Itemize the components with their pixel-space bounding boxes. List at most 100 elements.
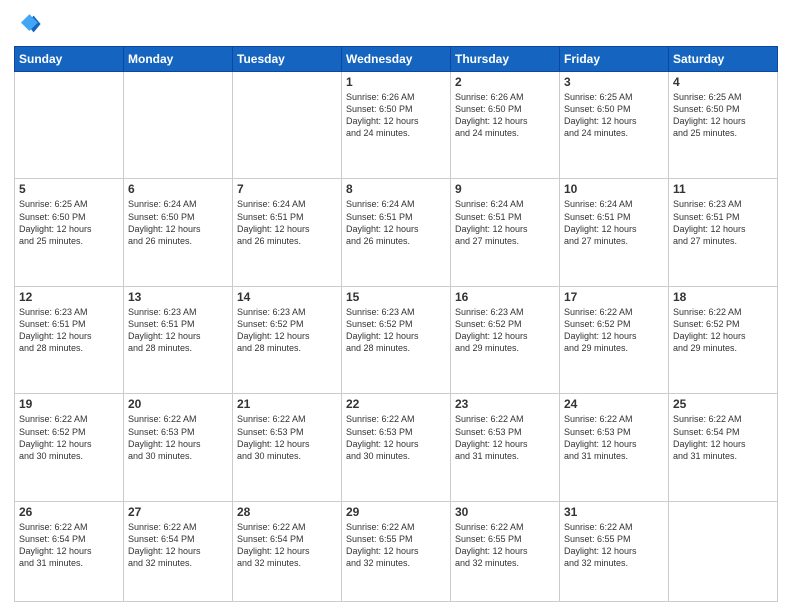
- day-number: 6: [128, 182, 228, 196]
- col-header-friday: Friday: [560, 47, 669, 72]
- calendar-cell: 6 Sunrise: 6:24 AM Sunset: 6:50 PM Daylig…: [124, 179, 233, 286]
- logo: [14, 10, 46, 38]
- day-number: 29: [346, 505, 446, 519]
- day-number: 31: [564, 505, 664, 519]
- day-number: 18: [673, 290, 773, 304]
- calendar-cell: 10Sunrise: 6:24 AM Sunset: 6:51 PM Dayli…: [560, 179, 669, 286]
- day-number: 12: [19, 290, 119, 304]
- calendar-cell: 17 Sunrise: 6:22 AM Sunset: 6:52 PM Dayli…: [560, 286, 669, 393]
- col-header-wednesday: Wednesday: [342, 47, 451, 72]
- calendar-cell: [669, 501, 778, 601]
- day-info: Sunrise: 6:24 AM Sunset: 6:51 PM Dayligh…: [346, 198, 446, 247]
- day-info: Sunrise: 6:22 AM Sunset: 6:52 PM Dayligh…: [564, 306, 664, 355]
- day-info: Sunrise: 6:24 AM Sunset: 6:50 PM Dayligh…: [128, 198, 228, 247]
- calendar-cell: 11 Sunrise: 6:23 AM Sunset: 6:51 PM Dayli…: [669, 179, 778, 286]
- day-number: 13: [128, 290, 228, 304]
- week-row-1: 1 Sunrise: 6:26 AM Sunset: 6:50 PM Daylig…: [15, 72, 778, 179]
- calendar-cell: 28 Sunrise: 6:22 AM Sunset: 6:54 PM Dayli…: [233, 501, 342, 601]
- calendar-cell: 20 Sunrise: 6:22 AM Sunset: 6:53 PM Dayli…: [124, 394, 233, 501]
- day-info: Sunrise: 6:22 AM Sunset: 6:52 PM Dayligh…: [673, 306, 773, 355]
- calendar-cell: 14Sunrise: 6:23 AM Sunset: 6:52 PM Dayli…: [233, 286, 342, 393]
- day-number: 21: [237, 397, 337, 411]
- day-number: 2: [455, 75, 555, 89]
- day-info: Sunrise: 6:25 AM Sunset: 6:50 PM Dayligh…: [673, 91, 773, 140]
- day-info: Sunrise: 6:24 AM Sunset: 6:51 PM Dayligh…: [237, 198, 337, 247]
- day-number: 7: [237, 182, 337, 196]
- day-info: Sunrise: 6:22 AM Sunset: 6:54 PM Dayligh…: [237, 521, 337, 570]
- page: SundayMondayTuesdayWednesdayThursdayFrid…: [0, 0, 792, 612]
- calendar-header-row: SundayMondayTuesdayWednesdayThursdayFrid…: [15, 47, 778, 72]
- day-info: Sunrise: 6:22 AM Sunset: 6:53 PM Dayligh…: [128, 413, 228, 462]
- calendar-cell: 24 Sunrise: 6:22 AM Sunset: 6:53 PM Dayli…: [560, 394, 669, 501]
- week-row-3: 12 Sunrise: 6:23 AM Sunset: 6:51 PM Dayli…: [15, 286, 778, 393]
- calendar-cell: 1 Sunrise: 6:26 AM Sunset: 6:50 PM Daylig…: [342, 72, 451, 179]
- day-number: 16: [455, 290, 555, 304]
- day-number: 30: [455, 505, 555, 519]
- day-number: 28: [237, 505, 337, 519]
- day-info: Sunrise: 6:23 AM Sunset: 6:52 PM Dayligh…: [346, 306, 446, 355]
- col-header-tuesday: Tuesday: [233, 47, 342, 72]
- day-info: Sunrise: 6:26 AM Sunset: 6:50 PM Dayligh…: [455, 91, 555, 140]
- calendar-cell: 4 Sunrise: 6:25 AM Sunset: 6:50 PM Daylig…: [669, 72, 778, 179]
- calendar-cell: 13 Sunrise: 6:23 AM Sunset: 6:51 PM Dayli…: [124, 286, 233, 393]
- day-number: 22: [346, 397, 446, 411]
- calendar-cell: 15 Sunrise: 6:23 AM Sunset: 6:52 PM Dayli…: [342, 286, 451, 393]
- day-info: Sunrise: 6:23 AM Sunset: 6:51 PM Dayligh…: [673, 198, 773, 247]
- week-row-2: 5 Sunrise: 6:25 AM Sunset: 6:50 PM Daylig…: [15, 179, 778, 286]
- calendar-cell: 5 Sunrise: 6:25 AM Sunset: 6:50 PM Daylig…: [15, 179, 124, 286]
- day-number: 25: [673, 397, 773, 411]
- day-number: 1: [346, 75, 446, 89]
- calendar-table: SundayMondayTuesdayWednesdayThursdayFrid…: [14, 46, 778, 602]
- day-number: 15: [346, 290, 446, 304]
- day-number: 27: [128, 505, 228, 519]
- day-info: Sunrise: 6:24 AM Sunset: 6:51 PM Dayligh…: [455, 198, 555, 247]
- calendar-cell: 27 Sunrise: 6:22 AM Sunset: 6:54 PM Dayli…: [124, 501, 233, 601]
- day-info: Sunrise: 6:22 AM Sunset: 6:55 PM Dayligh…: [346, 521, 446, 570]
- day-number: 20: [128, 397, 228, 411]
- header: [14, 10, 778, 38]
- calendar-cell: 3 Sunrise: 6:25 AM Sunset: 6:50 PM Daylig…: [560, 72, 669, 179]
- calendar-cell: 29 Sunrise: 6:22 AM Sunset: 6:55 PM Dayli…: [342, 501, 451, 601]
- day-info: Sunrise: 6:22 AM Sunset: 6:53 PM Dayligh…: [564, 413, 664, 462]
- day-info: Sunrise: 6:22 AM Sunset: 6:54 PM Dayligh…: [673, 413, 773, 462]
- day-number: 24: [564, 397, 664, 411]
- col-header-thursday: Thursday: [451, 47, 560, 72]
- day-info: Sunrise: 6:23 AM Sunset: 6:51 PM Dayligh…: [128, 306, 228, 355]
- calendar-cell: [124, 72, 233, 179]
- calendar-cell: 12Sunrise: 6:23 AM Sunset: 6:51 PM Dayli…: [15, 286, 124, 393]
- day-info: Sunrise: 6:22 AM Sunset: 6:53 PM Dayligh…: [237, 413, 337, 462]
- day-number: 23: [455, 397, 555, 411]
- day-info: Sunrise: 6:23 AM Sunset: 6:52 PM Dayligh…: [455, 306, 555, 355]
- col-header-monday: Monday: [124, 47, 233, 72]
- day-info: Sunrise: 6:22 AM Sunset: 6:54 PM Dayligh…: [19, 521, 119, 570]
- calendar-cell: 16 Sunrise: 6:23 AM Sunset: 6:52 PM Dayli…: [451, 286, 560, 393]
- day-number: 17: [564, 290, 664, 304]
- calendar-cell: 30Sunrise: 6:22 AM Sunset: 6:55 PM Dayli…: [451, 501, 560, 601]
- calendar-cell: 18 Sunrise: 6:22 AM Sunset: 6:52 PM Dayli…: [669, 286, 778, 393]
- day-number: 4: [673, 75, 773, 89]
- calendar-cell: 7 Sunrise: 6:24 AM Sunset: 6:51 PM Daylig…: [233, 179, 342, 286]
- day-info: Sunrise: 6:25 AM Sunset: 6:50 PM Dayligh…: [564, 91, 664, 140]
- calendar-cell: [15, 72, 124, 179]
- day-info: Sunrise: 6:22 AM Sunset: 6:53 PM Dayligh…: [346, 413, 446, 462]
- calendar-cell: 31 Sunrise: 6:22 AM Sunset: 6:55 PM Dayli…: [560, 501, 669, 601]
- day-info: Sunrise: 6:23 AM Sunset: 6:52 PM Dayligh…: [237, 306, 337, 355]
- week-row-4: 19 Sunrise: 6:22 AM Sunset: 6:52 PM Dayli…: [15, 394, 778, 501]
- day-number: 5: [19, 182, 119, 196]
- day-info: Sunrise: 6:22 AM Sunset: 6:55 PM Dayligh…: [564, 521, 664, 570]
- day-info: Sunrise: 6:26 AM Sunset: 6:50 PM Dayligh…: [346, 91, 446, 140]
- calendar-cell: 9 Sunrise: 6:24 AM Sunset: 6:51 PM Daylig…: [451, 179, 560, 286]
- calendar-cell: 23 Sunrise: 6:22 AM Sunset: 6:53 PM Dayli…: [451, 394, 560, 501]
- day-info: Sunrise: 6:22 AM Sunset: 6:52 PM Dayligh…: [19, 413, 119, 462]
- day-number: 19: [19, 397, 119, 411]
- day-number: 9: [455, 182, 555, 196]
- day-number: 3: [564, 75, 664, 89]
- day-number: 11: [673, 182, 773, 196]
- calendar-cell: 22 Sunrise: 6:22 AM Sunset: 6:53 PM Dayli…: [342, 394, 451, 501]
- week-row-5: 26Sunrise: 6:22 AM Sunset: 6:54 PM Dayli…: [15, 501, 778, 601]
- calendar-cell: 26Sunrise: 6:22 AM Sunset: 6:54 PM Dayli…: [15, 501, 124, 601]
- day-info: Sunrise: 6:22 AM Sunset: 6:54 PM Dayligh…: [128, 521, 228, 570]
- day-info: Sunrise: 6:25 AM Sunset: 6:50 PM Dayligh…: [19, 198, 119, 247]
- day-info: Sunrise: 6:22 AM Sunset: 6:53 PM Dayligh…: [455, 413, 555, 462]
- logo-icon: [14, 10, 42, 38]
